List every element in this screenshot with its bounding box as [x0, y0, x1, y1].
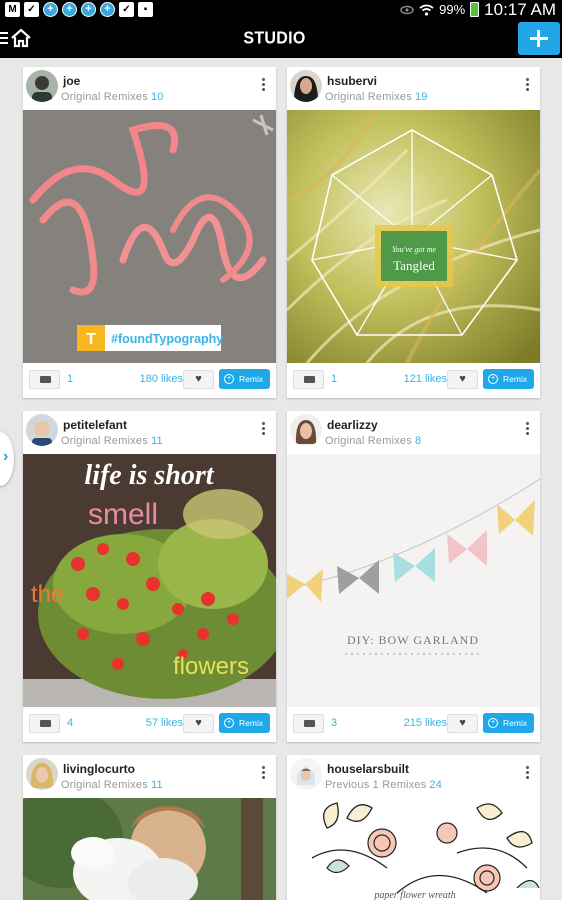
- more-options-icon[interactable]: [262, 766, 266, 780]
- image-text-mid: smell: [88, 498, 158, 531]
- image-caption: DIY: BOW GARLAND: [347, 633, 479, 647]
- remix-icon: +: [488, 718, 498, 728]
- remix-icon: +: [224, 374, 234, 384]
- heart-icon: ♥: [195, 717, 202, 729]
- more-options-icon[interactable]: [262, 78, 266, 92]
- image-text-the: the: [31, 581, 64, 608]
- notification-icons: M ✓ + + + + ✓ ▪: [5, 2, 153, 17]
- image-caption: #foundTypography: [111, 332, 223, 346]
- sync-icon: +: [43, 2, 58, 17]
- remix-card[interactable]: livinglocurto Original Remixes 11: [23, 755, 276, 900]
- remix-card[interactable]: petitelefant Original Remixes 11 life is …: [23, 411, 276, 742]
- sync-icon: +: [62, 2, 77, 17]
- more-options-icon[interactable]: [262, 422, 266, 436]
- username[interactable]: petitelefant: [63, 418, 127, 432]
- username[interactable]: joe: [63, 74, 80, 88]
- more-options-icon[interactable]: [526, 766, 530, 780]
- remix-stats: Original Remixes 10: [61, 91, 164, 103]
- remix-image[interactable]: DIY: BOW GARLAND: [287, 454, 540, 707]
- avatar[interactable]: [290, 70, 322, 102]
- like-button[interactable]: ♥: [447, 714, 478, 733]
- remix-card[interactable]: dearlizzy Original Remixes 8 DIY: BOW GAR…: [287, 411, 540, 742]
- check-icon: ✓: [119, 2, 134, 17]
- username[interactable]: dearlizzy: [327, 418, 378, 432]
- gmail-icon: M: [5, 2, 20, 17]
- remix-button[interactable]: + Remix: [483, 713, 534, 733]
- comment-count: 1: [67, 373, 74, 385]
- username[interactable]: livinglocurto: [63, 762, 135, 776]
- remix-button[interactable]: + Remix: [483, 369, 534, 389]
- clock: 10:17 AM: [484, 0, 556, 19]
- comment-button[interactable]: [29, 714, 60, 733]
- comment-count: 3: [331, 717, 338, 729]
- drawer-toggle[interactable]: ›: [0, 432, 14, 486]
- comment-count: 1: [331, 373, 338, 385]
- card-footer: 3 215 likes ♥ + Remix: [287, 707, 540, 742]
- briefcase-icon: ▪: [138, 2, 153, 17]
- likes-count: 215 likes: [403, 717, 447, 729]
- remix-card[interactable]: houselarsbuilt Previous 1 Remixes 24 pape…: [287, 755, 540, 900]
- comment-count: 4: [67, 717, 74, 729]
- remix-icon: +: [224, 718, 234, 728]
- avatar[interactable]: [26, 70, 58, 102]
- caption-badge: T: [86, 331, 96, 348]
- check-icon: ✓: [24, 2, 39, 17]
- more-options-icon[interactable]: [526, 78, 530, 92]
- avatar[interactable]: [290, 414, 322, 446]
- remix-button[interactable]: + Remix: [219, 713, 270, 733]
- remix-image[interactable]: paper flower wreath: [287, 798, 540, 900]
- like-button[interactable]: ♥: [447, 370, 478, 389]
- remix-button[interactable]: + Remix: [219, 369, 270, 389]
- remix-icon: +: [488, 374, 498, 384]
- app-header: STUDIO: [0, 19, 562, 58]
- comment-button[interactable]: [29, 370, 60, 389]
- image-caption-small: You've got me: [392, 245, 437, 254]
- page-title: STUDIO: [243, 28, 306, 48]
- avatar[interactable]: [26, 414, 58, 446]
- comment-button[interactable]: [293, 714, 324, 733]
- card-footer: 1 121 likes ♥ + Remix: [287, 363, 540, 398]
- remix-card[interactable]: hsubervi Original Remixes 19 You've got m…: [287, 67, 540, 398]
- heart-icon: ♥: [459, 373, 466, 385]
- remix-image[interactable]: life is short smell the flowers: [23, 454, 276, 707]
- wifi-icon: [419, 4, 434, 16]
- likes-count: 121 likes: [403, 373, 447, 385]
- eye-icon: [400, 5, 414, 14]
- sync-icon: +: [100, 2, 115, 17]
- like-button[interactable]: ♥: [183, 714, 214, 733]
- remix-stats: Original Remixes 8: [325, 435, 422, 447]
- comment-button[interactable]: [293, 370, 324, 389]
- more-options-icon[interactable]: [526, 422, 530, 436]
- heart-icon: ♥: [195, 373, 202, 385]
- avatar[interactable]: [26, 758, 58, 790]
- remix-stats: Original Remixes 11: [61, 779, 163, 791]
- remix-image[interactable]: You've got me Tangled: [287, 110, 540, 363]
- remix-image[interactable]: T #foundTypography: [23, 110, 276, 363]
- likes-count: 180 likes: [139, 373, 183, 385]
- add-button[interactable]: [518, 22, 560, 55]
- sync-icon: +: [81, 2, 96, 17]
- battery-icon: [470, 2, 480, 17]
- remix-stats: Original Remixes 11: [61, 435, 163, 447]
- like-button[interactable]: ♥: [183, 370, 214, 389]
- heart-icon: ♥: [459, 717, 466, 729]
- image-caption: Tangled: [393, 258, 435, 273]
- status-bar: M ✓ + + + + ✓ ▪ 99% 10:17 AM: [0, 0, 562, 19]
- username[interactable]: houselarsbuilt: [327, 762, 409, 776]
- battery-percent: 99%: [439, 2, 466, 17]
- card-footer: 4 57 likes ♥ + Remix: [23, 707, 276, 742]
- remix-stats: Previous 1 Remixes 24: [325, 779, 443, 791]
- avatar[interactable]: [290, 758, 322, 790]
- chevron-right-icon: ›: [3, 448, 9, 465]
- image-caption: paper flower wreath: [373, 890, 455, 900]
- image-text-bottom: flowers: [173, 653, 249, 680]
- likes-count: 57 likes: [145, 717, 183, 729]
- remix-image[interactable]: [23, 798, 276, 900]
- username[interactable]: hsubervi: [327, 74, 377, 88]
- remix-card[interactable]: joe Original Remixes 10 T #foundTypograph…: [23, 67, 276, 398]
- remix-stats: Original Remixes 19: [325, 91, 428, 103]
- card-footer: 1 180 likes ♥ + Remix: [23, 363, 276, 398]
- image-text-top: life is short: [84, 460, 214, 491]
